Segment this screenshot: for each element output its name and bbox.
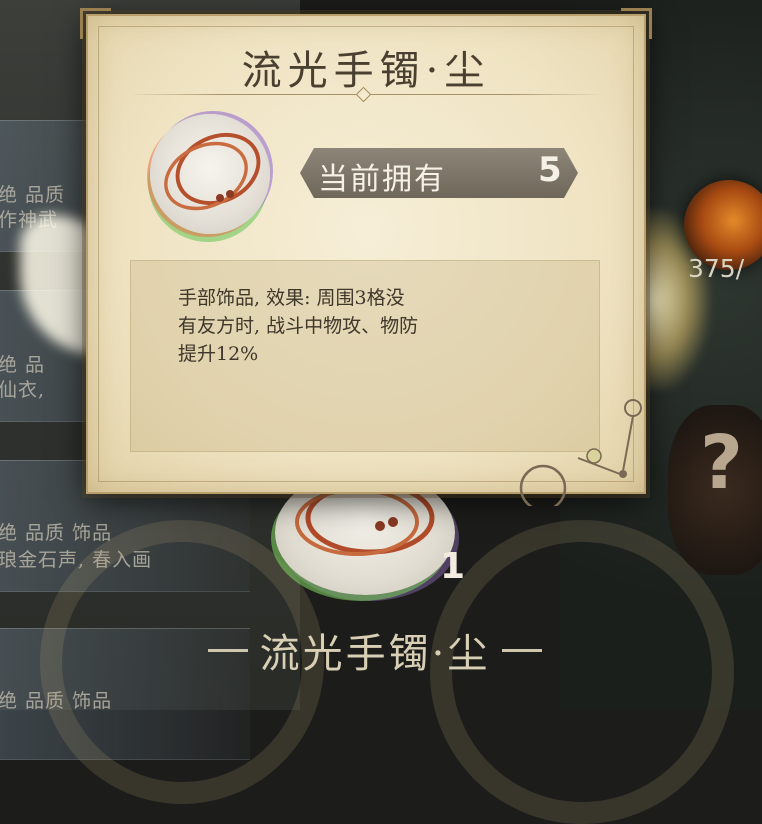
corner-ornament xyxy=(621,8,652,39)
divider xyxy=(207,648,248,652)
resource-counter: 375/ xyxy=(688,254,745,283)
bracelet-icon xyxy=(164,132,261,211)
divider xyxy=(502,648,543,652)
item-icon-frame xyxy=(150,114,270,234)
owned-label: 当前拥有 xyxy=(318,162,446,197)
owned-count: 5 xyxy=(538,150,562,190)
question-mark-icon: ? xyxy=(700,420,743,506)
list-item-line: 仙衣, xyxy=(0,379,46,401)
corner-ornament xyxy=(519,399,642,506)
popup-title: 流光手镯·尘 xyxy=(241,48,491,94)
item-description: 手部饰品, 效果: 周围3格没 有友方时, 战斗中物攻、物防 提升12% xyxy=(178,287,419,365)
item-name-banner: 流光手镯·尘 xyxy=(170,615,580,685)
item-detail-popup[interactable]: 流光手镯·尘 当前拥有 5 手部饰品, 效果: 周围3格没 有友方时, 战斗中物… xyxy=(80,8,652,506)
list-item-line: 绝 品质 xyxy=(0,184,66,206)
item-count: 1 xyxy=(440,546,466,587)
corner-ornament xyxy=(80,8,111,39)
item-name: 流光手镯·尘 xyxy=(259,631,491,677)
list-item-line: 绝 品质 饰品 xyxy=(0,522,113,544)
list-item-line: 绝 品 xyxy=(0,354,46,376)
